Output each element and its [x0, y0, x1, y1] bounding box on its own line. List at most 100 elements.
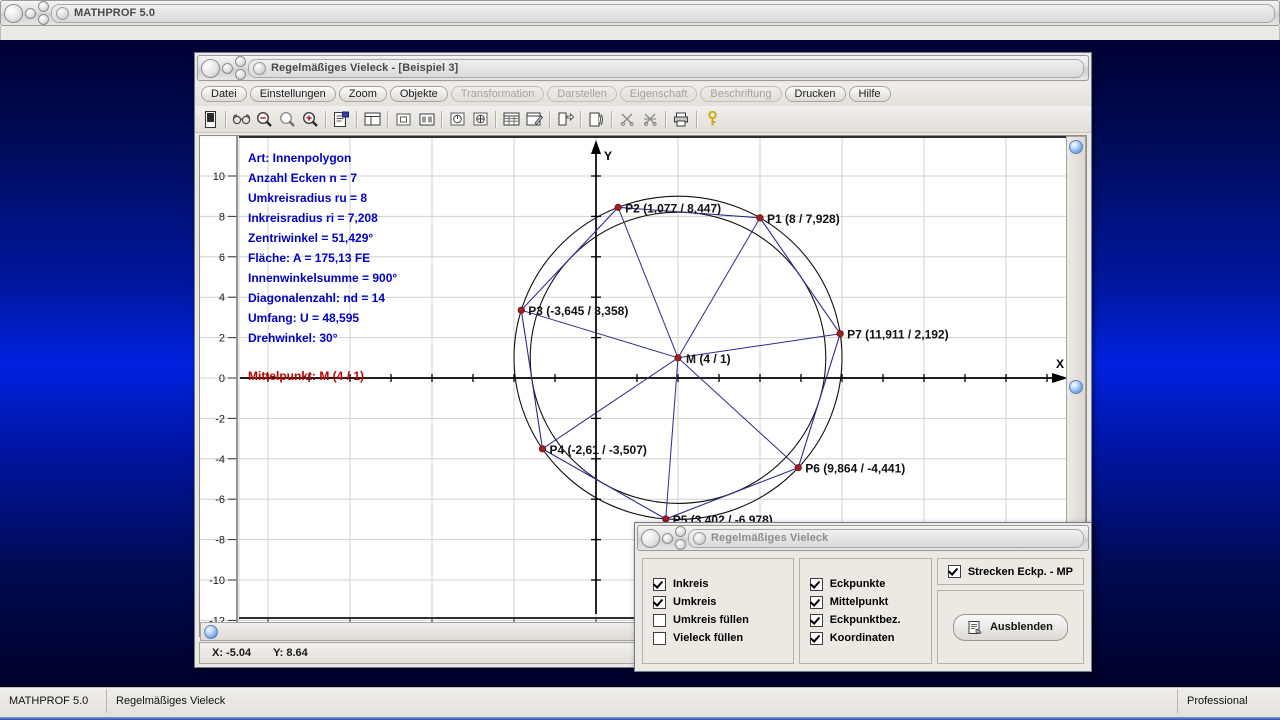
checkbox-strecken-eckp-mp[interactable]: Strecken Eckp. - MP [947, 565, 1073, 578]
zoom-reset-icon[interactable] [276, 108, 299, 130]
cursor-x-readout: X: -5.04 [212, 647, 252, 659]
main-window-titlebar[interactable]: MATHPROF 5.0 [0, 0, 1280, 26]
ausblenden-button-label: Ausblenden [989, 621, 1053, 633]
dialog-maximize-orb-icon[interactable] [675, 539, 686, 550]
scissors-icon[interactable] [616, 108, 639, 130]
help-key-icon[interactable] [701, 108, 724, 130]
dialog-restore-orb-icon[interactable] [675, 526, 686, 537]
mathprof-main-window: MATHPROF 5.0 [0, 0, 1280, 40]
toolbar-separator [356, 110, 358, 128]
toolbar-separator [611, 110, 613, 128]
vertex-marker [836, 330, 844, 338]
vertex-markers: P1 (8 / 7,928) P2 (1,077 / 8,447) P3 (-3,6… [517, 201, 949, 527]
window-minimize-orb-icon[interactable] [25, 7, 36, 19]
menu-einstellungen[interactable]: Einstellungen [249, 86, 336, 102]
scissors-crossed-icon[interactable] [639, 108, 662, 130]
window-close-orb-icon[interactable] [4, 3, 23, 23]
vscroll-thumb-top[interactable] [1069, 140, 1083, 154]
vertex-label: P2 (1,077 / 8,447) [625, 201, 721, 215]
child-orb-column[interactable] [235, 56, 246, 80]
checkbox-umkreis-box[interactable] [653, 595, 666, 609]
checkbox-inkreis[interactable]: Inkreis [653, 577, 783, 591]
application-statusbar: MATHPROF 5.0 Regelmäßiges Vieleck Profes… [0, 687, 1280, 720]
checkbox-eckpunkte-box[interactable] [809, 577, 823, 591]
properties-icon[interactable] [330, 108, 353, 130]
menu-hilfe[interactable]: Hilfe [848, 86, 891, 102]
print-icon[interactable] [670, 108, 693, 130]
info-line: Anzahl Ecken n = 7 [248, 171, 357, 185]
child-window-titlebar[interactable]: Regelmäßiges Vieleck - [Beispiel 3] [197, 55, 1089, 81]
pages-icon[interactable] [585, 108, 608, 130]
child-minimize-orb-icon[interactable] [222, 62, 233, 74]
table-icon[interactable] [500, 108, 523, 130]
copy-region-icon[interactable] [554, 108, 577, 130]
statusbar-edition: Professional [1177, 689, 1280, 713]
info-circle-icon[interactable] [446, 108, 469, 130]
menu-drucken[interactable]: Drucken [784, 86, 846, 102]
dialog-close-orb-icon[interactable] [641, 528, 660, 548]
dialog-titlebar[interactable]: Regelmäßiges Vieleck [637, 525, 1089, 551]
center-label: M (4 / 1) [686, 352, 731, 366]
hscroll-thumb-left[interactable] [204, 625, 218, 639]
checkbox-eckpunktbez[interactable]: Eckpunktbez. [809, 613, 921, 627]
checkbox-eckpunkte[interactable]: Eckpunkte [809, 577, 921, 591]
menu-datei[interactable]: Datei [201, 86, 247, 102]
zoom-in-icon[interactable] [299, 108, 322, 130]
dialog-group-segments: Strecken Eckp. - MP [936, 558, 1084, 585]
checkbox-umkreis[interactable]: Umkreis [653, 595, 783, 609]
dialog-window-controls[interactable] [638, 526, 686, 550]
vertex-marker [517, 306, 525, 314]
mode-button-icon[interactable] [199, 108, 222, 130]
menubar: Datei Einstellungen Zoom Objekte Transfo… [195, 83, 1091, 106]
vertex-label: P6 (9,864 / -4,441) [805, 462, 905, 476]
hide-window-icon [968, 620, 982, 634]
svg-text:-10: -10 [209, 575, 225, 587]
table-edit-icon[interactable] [523, 108, 546, 130]
main-window-client-area [0, 26, 1280, 40]
checkbox-inkreis-label: Inkreis [673, 578, 709, 590]
vertex-label: P4 (-2,61 / -3,507) [549, 443, 646, 457]
checkbox-inkreis-box[interactable] [653, 577, 666, 591]
ausblenden-button[interactable]: Ausblenden [952, 613, 1068, 641]
vscroll-thumb[interactable] [1069, 380, 1083, 394]
target-circle-icon[interactable] [469, 108, 492, 130]
child-window-title: Regelmäßiges Vieleck - [Beispiel 3] [271, 62, 459, 74]
y-axis-tick-labels: -12-10-8-6-4-20246810 [209, 171, 236, 627]
dialog-title-strip: Regelmäßiges Vieleck [688, 528, 1084, 548]
checkbox-koordinaten[interactable]: Koordinaten [809, 631, 921, 645]
checkbox-koordinaten-box[interactable] [809, 631, 823, 645]
checkbox-strecken-eckp-mp-box[interactable] [947, 565, 961, 578]
menu-zoom[interactable]: Zoom [338, 86, 387, 102]
dialog-right-column: Strecken Eckp. - MP Ausblenden [936, 558, 1084, 664]
vertex-marker [538, 445, 547, 453]
small-table-icon[interactable] [392, 108, 415, 130]
checkbox-eckpunktbez-box[interactable] [809, 613, 823, 627]
info-line: Diagonalenzahl: nd = 14 [248, 291, 385, 305]
child-maximize-orb-icon[interactable] [235, 69, 246, 80]
menu-objekte[interactable]: Objekte [389, 86, 448, 102]
columns-icon[interactable] [415, 108, 438, 130]
checkbox-mittelpunkt-box[interactable] [809, 595, 823, 609]
window-restore-orb-icon[interactable] [38, 1, 49, 12]
layout-icon[interactable] [361, 108, 384, 130]
svg-text:-8: -8 [215, 535, 225, 547]
checkbox-umkreis-fuellen-box[interactable] [653, 613, 666, 627]
child-window-controls[interactable] [198, 56, 246, 80]
checkbox-mittelpunkt[interactable]: Mittelpunkt [809, 595, 921, 609]
child-close-orb-icon[interactable] [201, 58, 220, 78]
polygon-outline [520, 206, 841, 520]
main-window-controls[interactable] [1, 1, 49, 25]
dialog-minimize-orb-icon[interactable] [662, 532, 673, 544]
toolbar-separator [495, 110, 497, 128]
checkbox-vieleck-fuellen[interactable]: Vieleck füllen [653, 631, 783, 645]
window-maximize-orb-icon[interactable] [38, 14, 49, 25]
checkbox-umkreis-fuellen[interactable]: Umkreis füllen [653, 613, 783, 627]
child-restore-orb-icon[interactable] [235, 56, 246, 67]
checkbox-eckpunkte-label: Eckpunkte [829, 578, 886, 590]
checkbox-vieleck-fuellen-box[interactable] [653, 631, 666, 645]
zoom-out-icon[interactable] [253, 108, 276, 130]
window-orb-column[interactable] [38, 1, 49, 25]
dialog-window-icon [693, 531, 706, 545]
dialog-orb-column[interactable] [675, 526, 686, 550]
glasses-icon[interactable] [230, 108, 253, 130]
